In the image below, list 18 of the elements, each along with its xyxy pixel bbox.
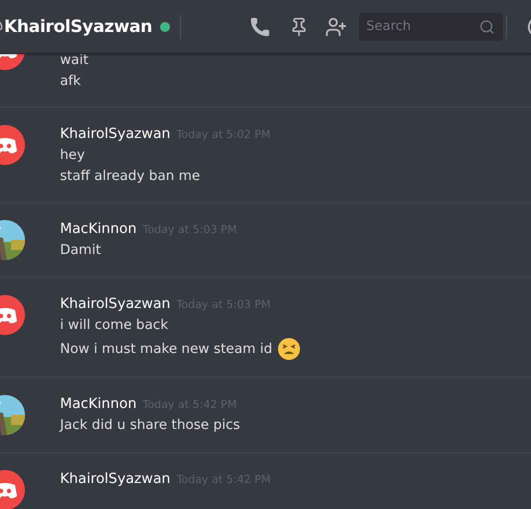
channel-name: KhairolSyazwan bbox=[4, 16, 152, 36]
message-text: Jack did u share those pics bbox=[60, 417, 240, 434]
search-field[interactable]: Search bbox=[359, 12, 504, 40]
message-text: staff already ban me bbox=[60, 168, 200, 185]
author-name[interactable]: MacKinnon bbox=[60, 221, 137, 237]
add-friend-icon[interactable] bbox=[325, 16, 348, 38]
phone-icon[interactable] bbox=[249, 16, 272, 38]
message-text: i will come back bbox=[60, 317, 168, 334]
message-text: Now i must make new steam id bbox=[60, 340, 272, 358]
message-text: wait bbox=[60, 54, 88, 69]
message-text: hey bbox=[60, 147, 85, 164]
message-text: Damit bbox=[60, 242, 101, 259]
author-name[interactable]: KhairolSyazwan bbox=[60, 296, 170, 312]
author-name[interactable]: MacKinnon bbox=[60, 396, 137, 412]
message-text: afk bbox=[60, 73, 81, 90]
search-icon bbox=[479, 18, 496, 34]
author-name[interactable]: KhairolSyazwan bbox=[60, 126, 170, 142]
author-name[interactable]: KhairolSyazwan bbox=[60, 471, 170, 487]
